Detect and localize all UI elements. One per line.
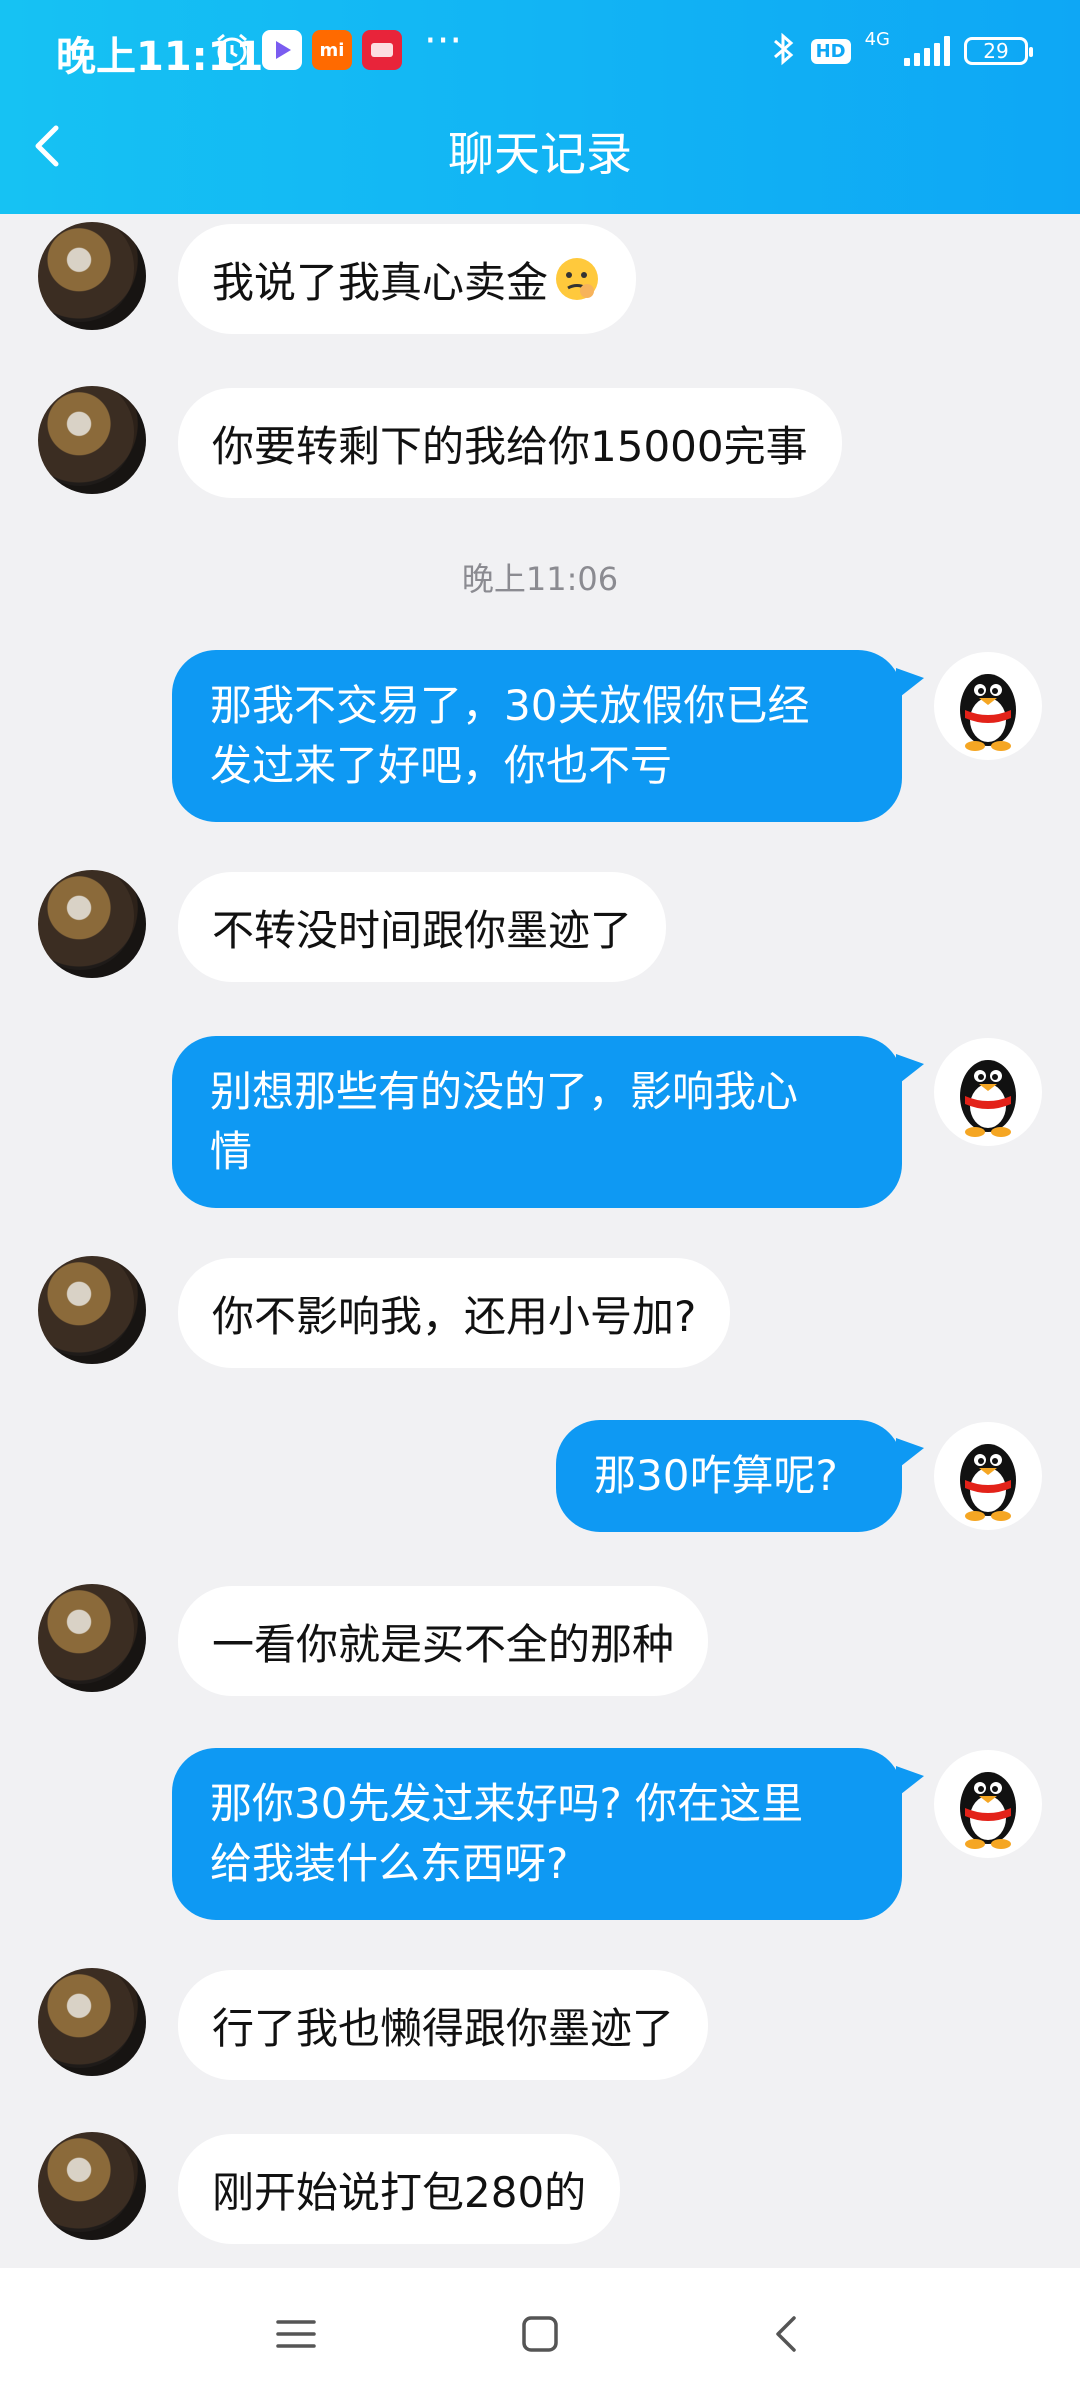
status-bar: 晚上11:11 mi ··· HD 4G 29	[0, 0, 1080, 100]
sent-message-bubble[interactable]: 那你30先发过来好吗? 你在这里 给我装什么东西呀?	[172, 1748, 924, 1920]
received-message-bubble[interactable]: 不转没时间跟你墨迹了	[178, 872, 667, 982]
message-text: 行了我也懒得跟你墨迹了	[212, 2003, 675, 2053]
message-line: 给我装什么东西呀?	[210, 1839, 569, 1888]
message-text: 你不影响我，还用小号加?	[212, 1291, 697, 1341]
battery-level: 29	[983, 39, 1009, 63]
message-timestamp: 晚上11:06	[461, 560, 619, 598]
contact-avatar[interactable]	[38, 2132, 146, 2240]
hd-badge: HD	[810, 38, 851, 64]
sent-message-bubble[interactable]: 别想那些有的没的了，影响我心 情	[172, 1036, 924, 1208]
received-message-bubble[interactable]: 你不影响我，还用小号加?	[178, 1258, 731, 1368]
mi-label: mi	[319, 39, 345, 61]
contact-avatar[interactable]	[38, 870, 146, 978]
mi-app-icon: mi	[312, 30, 352, 70]
my-avatar[interactable]	[934, 652, 1042, 760]
my-avatar[interactable]	[934, 1750, 1042, 1858]
sent-message-bubble[interactable]: 那30咋算呢?	[556, 1420, 924, 1532]
contact-avatar[interactable]	[38, 1256, 146, 1364]
message-text: 一看你就是买不全的那种	[212, 1619, 675, 1669]
message-text: 不转没时间跟你墨迹了	[212, 905, 633, 955]
status-right: HD 4G 29	[769, 26, 1033, 76]
my-avatar[interactable]	[934, 1038, 1042, 1146]
menu-icon[interactable]	[266, 2304, 326, 2364]
contact-avatar[interactable]	[38, 386, 146, 494]
received-message-bubble[interactable]: 一看你就是买不全的那种	[178, 1586, 709, 1696]
network-type: 4G	[864, 28, 890, 50]
home-icon[interactable]	[510, 2304, 570, 2364]
page-title: 聊天记录	[448, 127, 632, 181]
message-text: 你要转剩下的我给你15000完事	[212, 421, 808, 471]
message-line: 那30咋算呢?	[594, 1451, 838, 1500]
qq-penguin-icon	[960, 1444, 1016, 1521]
qq-penguin-icon	[960, 674, 1016, 751]
received-message-bubble[interactable]: 你要转剩下的我给你15000完事	[178, 388, 842, 498]
more-notifications-icon: ···	[424, 18, 463, 64]
message-text: 刚开始说打包280的	[212, 2167, 587, 2217]
qq-penguin-icon	[960, 1772, 1016, 1849]
thinking-face-icon	[552, 254, 602, 304]
qq-penguin-icon	[960, 1060, 1016, 1137]
sent-message-bubble[interactable]: 那我不交易了，30关放假你已经 发过来了好吧，你也不亏	[172, 650, 924, 822]
message-line: 情	[210, 1127, 253, 1176]
received-message-bubble[interactable]: 行了我也懒得跟你墨迹了	[178, 1970, 709, 2080]
signal-icon	[904, 36, 950, 66]
contact-avatar[interactable]	[38, 1968, 146, 2076]
contact-avatar[interactable]	[38, 1584, 146, 1692]
received-message-bubble[interactable]: 刚开始说打包280的	[178, 2134, 621, 2244]
system-nav-bar	[0, 2268, 1080, 2400]
header: 晚上11:11 mi ··· HD 4G 29 聊天记录	[0, 0, 1080, 214]
my-avatar[interactable]	[934, 1422, 1042, 1530]
message-text: 我说了我真心卖金	[212, 257, 549, 307]
video-app-icon	[262, 30, 302, 70]
message-line: 发过来了好吧，你也不亏	[210, 741, 673, 790]
message-line: 别想那些有的没的了，影响我心	[210, 1067, 799, 1116]
battery-icon: 29	[964, 37, 1033, 65]
alarm-icon	[212, 30, 252, 70]
red-app-icon	[362, 30, 402, 70]
received-message-bubble[interactable]: 我说了我真心卖金	[178, 224, 637, 334]
message-line: 那你30先发过来好吗? 你在这里	[210, 1779, 804, 1828]
bluetooth-icon	[769, 31, 797, 71]
message-line: 那我不交易了，30关放假你已经	[210, 681, 810, 730]
contact-avatar[interactable]	[38, 222, 146, 330]
back-icon[interactable]	[756, 2304, 816, 2364]
